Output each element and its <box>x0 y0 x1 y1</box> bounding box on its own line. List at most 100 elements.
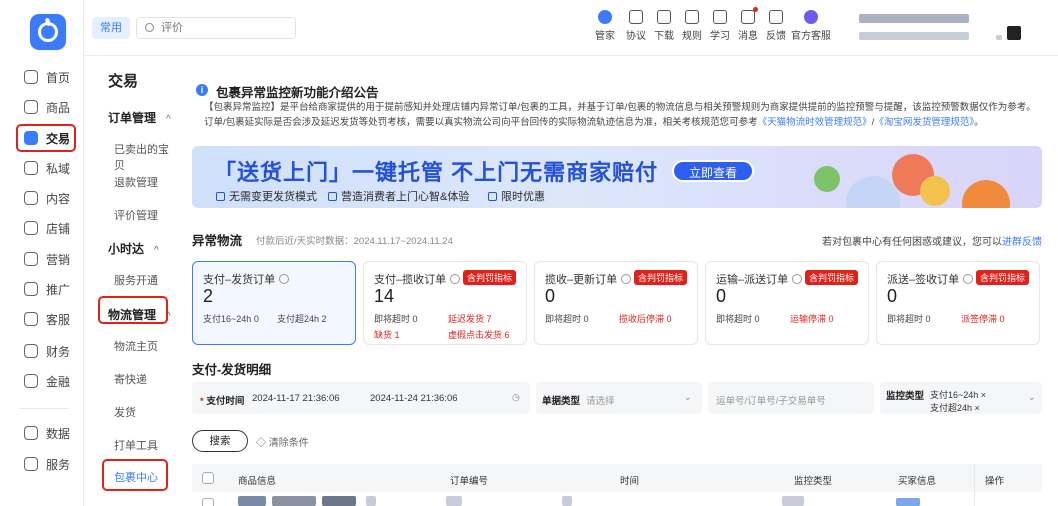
card-pickup-update[interactable]: 揽收–更新订单 含判罚指标 0 即将超时 0 揽收后停滞 0 <box>534 261 698 345</box>
redacted <box>896 498 920 506</box>
rail-item-data[interactable]: 数据 <box>0 420 84 446</box>
help-icon <box>792 274 803 284</box>
collapse-caret-icon: ^ <box>154 245 159 256</box>
frequent-chip[interactable]: 常用 <box>92 17 130 39</box>
rail-item-promotion[interactable]: 推广 <box>0 276 84 302</box>
collapse-caret-icon: ^ <box>166 114 171 125</box>
redacted <box>562 496 572 506</box>
rail-item-loan[interactable]: 金融 <box>0 368 84 394</box>
content-icon <box>24 191 38 205</box>
feedback-note: 若对包裹中心有任何困惑或建议，您可以进群反馈 <box>822 237 1042 248</box>
card-metric[interactable]: 派签停滞 0 <box>961 312 1005 325</box>
card-metric[interactable]: 虚假点击发货 6 <box>448 328 510 341</box>
subnav-item-sold[interactable]: 已卖出的宝贝 <box>114 141 176 173</box>
service-icon <box>24 312 38 326</box>
pay-time-end[interactable]: 2024-11-24 21:36:06 <box>370 393 458 404</box>
card-metric[interactable]: 支付16~24h 0 <box>203 312 259 325</box>
search-button[interactable]: 搜索 <box>192 430 248 452</box>
subnav-item-logistics-home[interactable]: 物流主页 <box>114 338 158 354</box>
subnav-group-orders[interactable]: 订单管理 ^ <box>108 109 171 126</box>
clear-conditions-link[interactable]: ◇ 清除条件 <box>256 434 309 449</box>
card-metric[interactable]: 即将超时 0 <box>716 312 760 325</box>
subnav-item-review[interactable]: 评价管理 <box>114 207 158 223</box>
monitor-tag[interactable]: 支付16~24h × <box>930 388 986 401</box>
rail-item-finance[interactable]: 财务 <box>0 338 84 364</box>
sub-nav: 交易 订单管理 ^ 已卖出的宝贝 退款管理 评价管理 小时达 ^ 服务开通 物流管理… <box>84 56 176 506</box>
services-icon <box>24 457 38 471</box>
data-icon <box>24 426 38 440</box>
banner-decoration <box>962 180 1010 208</box>
card-pay-pickup[interactable]: 支付–揽收订单 含判罚指标 14 即将超时 0 延迟发货 7 缺货 1 虚假点击… <box>363 261 527 345</box>
redacted <box>446 496 462 506</box>
join-group-link[interactable]: 进群反馈 <box>1002 237 1042 248</box>
avatar[interactable] <box>1007 26 1021 40</box>
tmall-rule-link[interactable]: 《天猫物流时效管理规范》 <box>758 117 872 128</box>
rail-item-private[interactable]: 私域 <box>0 155 84 181</box>
pay-time-start[interactable]: 2024-11-17 21:36:06 <box>252 393 340 404</box>
search-input[interactable] <box>136 17 296 39</box>
pay-time-filter[interactable]: * 支付时间 2024-11-17 21:36:06 2024-11-24 21… <box>192 382 530 414</box>
card-metric[interactable]: 缺货 1 <box>374 328 400 341</box>
loan-icon <box>24 374 38 388</box>
subnav-item-send-express[interactable]: 寄快递 <box>114 371 147 387</box>
abnormal-logistics-title: 异常物流 <box>192 234 243 248</box>
logo-icon <box>38 22 58 42</box>
main-rail: 首页 商品 交易 私域 内容 店铺 营销 推广 客服 财务 金融 数据 服务 <box>0 0 84 506</box>
rail-item-goods[interactable]: 商品 <box>0 94 84 120</box>
home-icon <box>24 70 38 84</box>
eraser-icon: ◇ <box>256 438 266 449</box>
doc-type-label: 单据类型 <box>542 396 581 407</box>
help-icon <box>963 274 974 284</box>
rail-item-home[interactable]: 首页 <box>0 64 84 90</box>
help-icon <box>621 274 632 284</box>
taobao-rule-link[interactable]: 《淘宝网发货管理规范》 <box>874 117 974 128</box>
feedback-icon <box>769 10 783 24</box>
rail-item-services[interactable]: 服务 <box>0 451 84 477</box>
pay-time-label: * 支付时间 <box>200 396 245 407</box>
card-metric[interactable]: 即将超时 0 <box>887 312 931 325</box>
card-metric[interactable]: 揽收后停滞 0 <box>619 312 672 325</box>
shop-icon <box>24 221 38 235</box>
card-pay-ship[interactable]: 支付–发货订单 2 支付16~24h 0 支付超24h 2 <box>192 261 356 345</box>
product-image-redacted <box>238 496 266 506</box>
subnav-item-print[interactable]: 打单工具 <box>114 437 158 453</box>
promo-banner[interactable]: 「送货上门」一键托管 不上门无需商家赔付 立即查看 无需变更发货模式 营造消费者… <box>192 146 1042 208</box>
monitor-type-filter[interactable]: 监控类型 支付16~24h × 支付超24h × ⌄ <box>880 382 1042 414</box>
subnav-title: 交易 <box>108 73 139 90</box>
card-metric[interactable]: 即将超时 0 <box>374 312 418 325</box>
rail-item-service[interactable]: 客服 <box>0 306 84 332</box>
logo[interactable] <box>30 14 66 50</box>
penalty-badge: 含判罚指标 <box>633 270 687 285</box>
subnav-item-refund[interactable]: 退款管理 <box>114 174 158 190</box>
feature-icon <box>328 192 337 201</box>
row-checkbox[interactable] <box>202 498 214 506</box>
card-metric[interactable]: 运输停滞 0 <box>790 312 834 325</box>
rail-item-shop[interactable]: 店铺 <box>0 215 84 241</box>
rail-item-content[interactable]: 内容 <box>0 185 84 211</box>
rail-trade-highlight <box>16 124 76 152</box>
account-info-redacted <box>859 32 969 40</box>
redacted <box>272 496 316 506</box>
banner-feature: 营造消费者上门心智&体验 <box>328 188 469 204</box>
monitor-tag[interactable]: 支付超24h × <box>930 401 980 414</box>
column-header: 监控类型 <box>794 476 833 487</box>
learn-icon <box>713 10 727 24</box>
card-metric[interactable]: 延迟发货 7 <box>448 312 492 325</box>
card-metric[interactable]: 支付超24h 2 <box>277 312 327 325</box>
redacted <box>782 496 804 506</box>
help-icon <box>279 274 290 284</box>
tool-official-service[interactable]: 官方客服 <box>786 10 836 42</box>
order-number-input[interactable]: 运单号/订单号/子交易单号 <box>708 382 874 414</box>
subnav-group-hourly[interactable]: 小时达 ^ <box>108 240 159 257</box>
card-deliver-sign[interactable]: 派送–签收订单 含判罚指标 0 即将超时 0 派签停滞 0 <box>876 261 1040 345</box>
card-transport-deliver[interactable]: 运输–派送订单 含判罚指标 0 即将超时 0 运输停滞 0 <box>705 261 869 345</box>
subnav-item-ship[interactable]: 发货 <box>114 404 136 420</box>
doc-type-filter[interactable]: 单据类型 请选择 ⌄ <box>536 382 702 414</box>
banner-view-button[interactable]: 立即查看 <box>672 160 754 182</box>
column-header: 订单编号 <box>450 476 489 487</box>
select-all-checkbox[interactable] <box>202 472 214 484</box>
rail-item-marketing[interactable]: 营销 <box>0 246 84 272</box>
monitor-type-label: 监控类型 <box>886 391 925 402</box>
subnav-item-service-open[interactable]: 服务开通 <box>114 272 158 288</box>
card-metric[interactable]: 即将超时 0 <box>545 312 589 325</box>
